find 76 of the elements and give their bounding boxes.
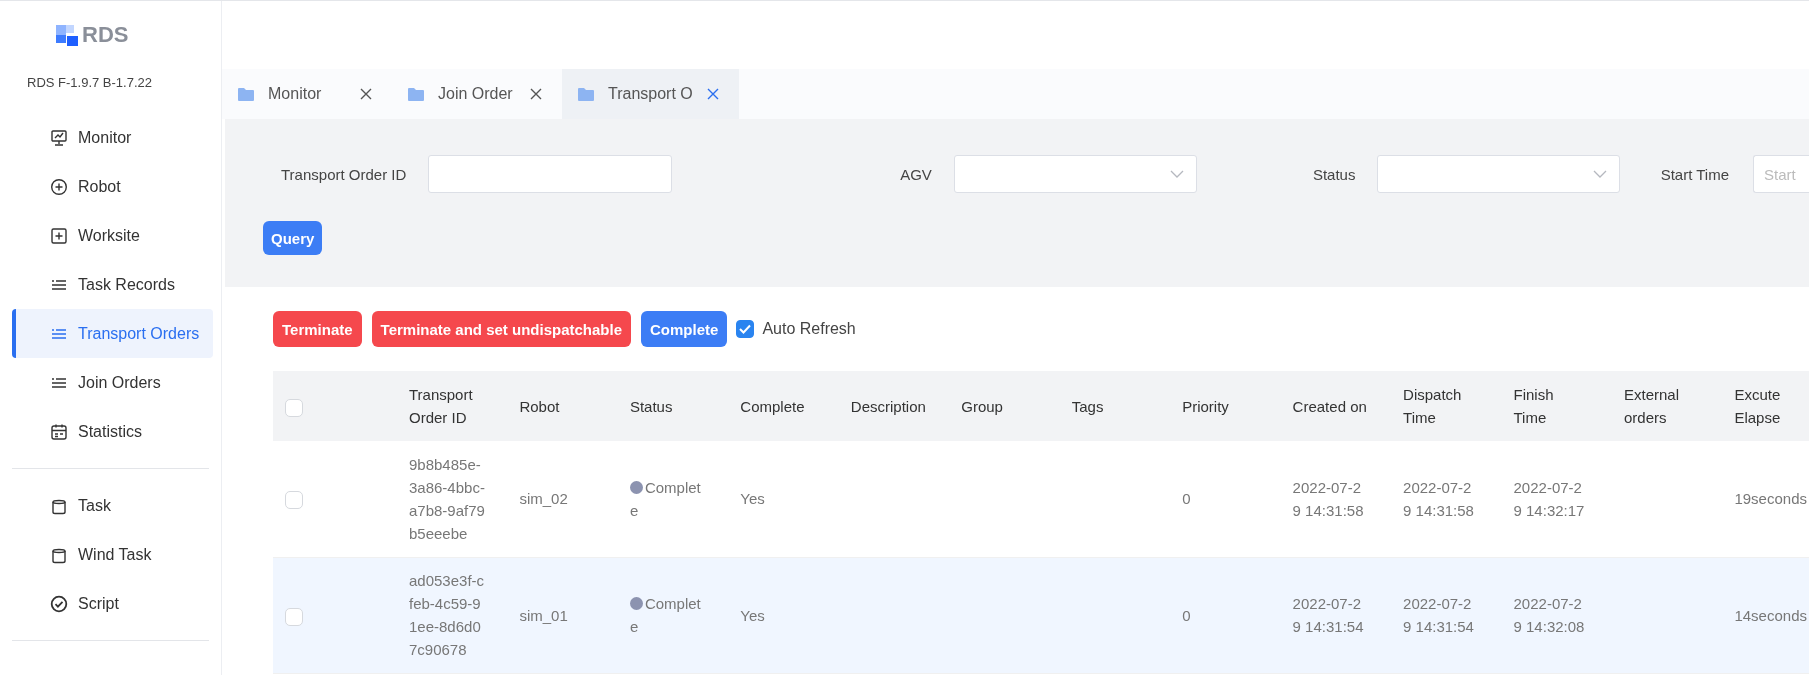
folder-icon	[578, 87, 594, 101]
checkbox[interactable]	[736, 320, 755, 338]
table-cell: Yes	[740, 490, 765, 508]
field-label: AGV	[900, 165, 932, 183]
logo-icon	[56, 23, 80, 47]
sidebar-item[interactable]: Robot	[12, 162, 213, 211]
column-header: Group	[961, 397, 1003, 415]
field-label: Transport Order ID	[281, 165, 407, 183]
table-cell: 2022-07-29 14:31:54	[1292, 595, 1364, 635]
sidebar-item[interactable]: Wind Task	[12, 530, 213, 579]
column-header: Finish Time	[1513, 386, 1554, 426]
table-row[interactable]: 9b8b485e-3a86-4bbc-a7b8-9af79b5eeebe sim_02 Complete Yes 0 2022-07-29 14:31:58 2022-07-29 14:31:58 2022-07-29 14:32:17 19seconds	[273, 441, 1809, 557]
plus-circle-icon	[50, 177, 68, 196]
status-text: Complete	[629, 595, 701, 635]
table-cell: sim_02	[519, 490, 568, 508]
chevron-down-icon	[1593, 170, 1608, 178]
table-cell: Yes	[740, 606, 765, 624]
column-header: Description	[850, 397, 926, 415]
select-field[interactable]	[953, 155, 1197, 193]
field-label: Start Time	[1660, 165, 1729, 183]
check-circle-icon	[50, 594, 68, 613]
sidebar-item[interactable]: Join Orders	[12, 358, 213, 407]
checkbox-label: Auto Refresh	[762, 320, 856, 338]
chevron-down-icon	[1169, 170, 1184, 178]
table-cell: 2022-07-29 14:32:17	[1513, 478, 1585, 519]
select-field[interactable]	[1377, 155, 1621, 193]
query-button[interactable]: Query	[263, 221, 323, 255]
check-icon	[739, 324, 752, 334]
column-header: Dispatch Time	[1403, 386, 1462, 426]
terminate-button[interactable]: Terminate and set undispatchable	[371, 311, 632, 347]
status-text: Complete	[629, 478, 701, 519]
table-cell: 0	[1182, 606, 1191, 624]
table-cell: 0	[1182, 490, 1191, 508]
close-icon[interactable]	[530, 88, 542, 100]
table-cell: 2022-07-29 14:32:08	[1513, 595, 1585, 635]
tab[interactable]: Join Order	[392, 69, 562, 119]
sidebar-item[interactable]: Script	[12, 579, 213, 628]
column-header: Tags	[1071, 397, 1104, 415]
column-header: Complete	[740, 397, 805, 415]
table-row[interactable]: ad053e3f-cfeb-4c59-91ee-8d6d07c90678 sim_01 Complete Yes 0 2022-07-29 14:31:54 2022-07-29 14:31:54 2022-07-29 14:32:08 14seconds	[273, 557, 1809, 673]
sidebar-item[interactable]: Transport Orders	[12, 309, 213, 358]
column-header: Created on	[1292, 397, 1367, 415]
sidebar-item[interactable]: Statistics	[12, 407, 213, 456]
tab[interactable]: Monitor	[222, 69, 392, 119]
column-header: Transport Order ID	[409, 386, 473, 426]
terminate-button[interactable]: Terminate	[273, 311, 362, 347]
monitor-icon	[50, 128, 68, 147]
table-cell: sim_01	[519, 606, 568, 624]
close-icon[interactable]	[706, 88, 719, 100]
plus-square-icon	[50, 226, 68, 245]
column-header: External orders	[1623, 386, 1679, 426]
sidebar-item[interactable]: Task	[12, 481, 213, 530]
table-cell: 19seconds	[1734, 490, 1807, 508]
input-field[interactable]	[428, 155, 673, 193]
table-cell: 2022-07-29 14:31:58	[1403, 478, 1474, 519]
column-header: Excute Elapse	[1734, 386, 1781, 426]
close-icon[interactable]	[360, 88, 372, 100]
sidebar-item[interactable]: Task Records	[12, 260, 213, 309]
table-cell: 14seconds	[1734, 606, 1807, 624]
folder-icon	[408, 87, 424, 101]
table-cell: 2022-07-29 14:31:58	[1292, 478, 1364, 519]
sidebar-item[interactable]: Monitor	[12, 113, 213, 162]
sidebar-item[interactable]: Worksite	[12, 211, 213, 260]
folder-icon	[238, 87, 254, 101]
column-header: Priority	[1182, 397, 1229, 415]
tab[interactable]: Transport O	[562, 69, 739, 119]
column-header: Robot	[519, 397, 560, 415]
version-label: RDS F-1.9.7 B-1.7.22	[26, 74, 153, 92]
calendar-icon	[50, 422, 68, 441]
complete-button[interactable]: Complete	[641, 311, 728, 347]
field-label: Status	[1312, 165, 1356, 183]
table-cell: 2022-07-29 14:31:54	[1403, 595, 1474, 635]
column-header: Status	[629, 397, 673, 415]
table-cell: 9b8b485e-3a86-4bbc-a7b8-9af79b5eeebe	[409, 455, 485, 542]
logo-text: RDS	[82, 22, 129, 48]
table-cell: ad053e3f-cfeb-4c59-91ee-8d6d07c90678	[409, 572, 485, 658]
